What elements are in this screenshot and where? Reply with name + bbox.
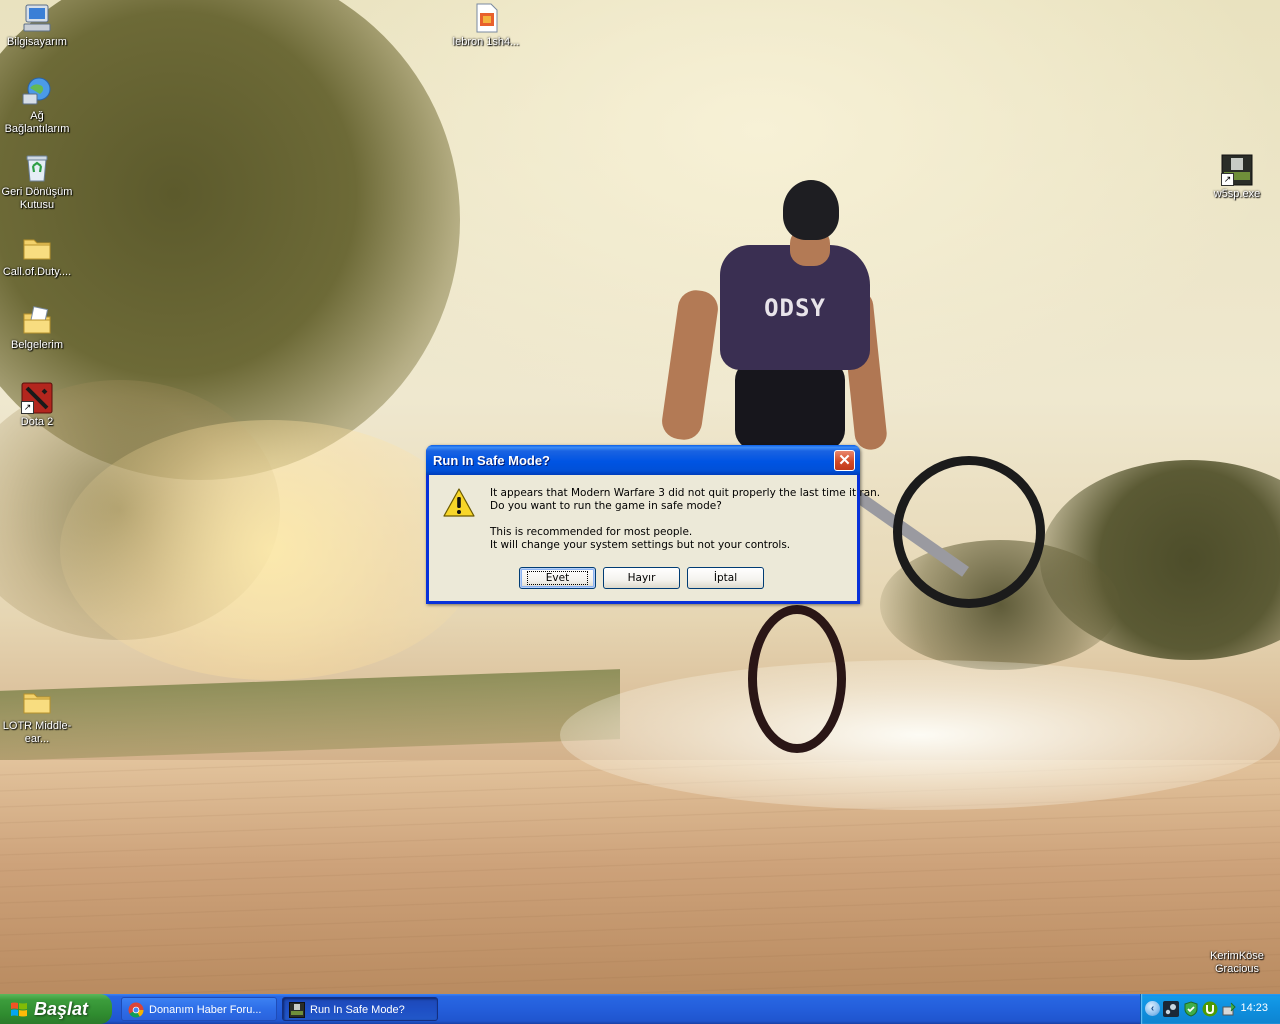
cancel-button-label: İptal (713, 572, 738, 584)
taskbar-item-safe-mode-dialog[interactable]: Run In Safe Mode? (282, 997, 438, 1021)
mw3-shortcut-icon: ↗ (1221, 154, 1253, 186)
yes-button-label: Evet (526, 571, 589, 585)
watermark-line2: Gracious (1214, 963, 1260, 975)
message-line: It will change your system settings but … (490, 539, 791, 551)
desktop-icon-label: Geri Dönüşüm Kutusu (1, 186, 73, 211)
desktop-icon-my-computer[interactable]: Bilgisayarım (0, 2, 74, 49)
close-button[interactable]: ✕ (834, 450, 855, 471)
dota2-shortcut-icon: ↗ (21, 382, 53, 414)
shirt-text: ODSY (764, 293, 826, 322)
desktop-icon-label: LOTR Middle-ear... (2, 720, 72, 745)
shortcut-arrow-icon: ↗ (1221, 173, 1234, 186)
chrome-icon (128, 1002, 144, 1018)
desktop-icon-dota2[interactable]: ↗ Dota 2 (0, 382, 74, 429)
wallpaper-rider-legs (735, 360, 845, 450)
wallpaper-rider-cap (783, 180, 839, 240)
taskbar-item-chrome[interactable]: Donanım Haber Foru... (121, 997, 277, 1021)
yes-button[interactable]: Evet (519, 567, 596, 589)
start-label: Başlat (34, 999, 89, 1019)
task-label: Run In Safe Mode? (310, 1004, 405, 1016)
task-label: Donanım Haber Foru... (149, 1004, 262, 1016)
wallpaper-lawn (0, 669, 620, 761)
wallpaper-rider-shirt: ODSY (720, 245, 870, 370)
show-hidden-icons-button[interactable]: ‹ (1145, 1001, 1160, 1016)
desktop-icon-label: w5sp.exe (1213, 188, 1261, 200)
recycle-bin-icon (21, 152, 53, 184)
desktop-icon-label: Dota 2 (20, 416, 54, 428)
cancel-button[interactable]: İptal (687, 567, 764, 589)
security-shield-icon[interactable] (1183, 1001, 1199, 1017)
dialog-titlebar[interactable]: Run In Safe Mode? ✕ (426, 445, 860, 475)
watermark-line1: KerimKöse (1210, 950, 1264, 962)
desktop-icon-recycle-bin[interactable]: Geri Dönüşüm Kutusu (0, 152, 74, 212)
safely-remove-hardware-icon[interactable] (1221, 1001, 1237, 1017)
wallpaper-bike-wheel (748, 605, 846, 753)
chevron-left-icon: ‹ (1150, 1003, 1155, 1014)
wallpaper-bike-wheel (893, 456, 1045, 608)
mw3-icon (289, 1002, 305, 1018)
desktop-icon-lebron-file[interactable]: lebron 1sh4... (449, 2, 523, 49)
desktop-icon-label: Ağ Bağlantılarım (4, 110, 70, 135)
dialog-title: Run In Safe Mode? (433, 453, 550, 468)
wallpaper-water-splash (560, 660, 1280, 810)
desktop-icon-my-documents[interactable]: Belgelerim (0, 305, 74, 352)
message-line: It appears that Modern Warfare 3 did not… (490, 487, 881, 499)
safe-mode-dialog: Run In Safe Mode? ✕ It appears that Mode… (426, 445, 880, 604)
message-line: This is recommended for most people. (490, 526, 693, 538)
dialog-body: It appears that Modern Warfare 3 did not… (429, 475, 880, 601)
utorrent-icon[interactable] (1202, 1001, 1218, 1017)
wallpaper-watermark: KerimKöse Gracious (1200, 950, 1274, 976)
start-button[interactable]: Başlat (0, 994, 112, 1024)
wallpaper-rider-arm (659, 287, 721, 443)
desktop-icon-call-of-duty-folder[interactable]: Call.of.Duty.... (0, 232, 74, 279)
my-documents-icon (21, 305, 53, 337)
desktop-icon-label: Belgelerim (11, 339, 63, 351)
my-computer-icon (21, 2, 53, 34)
windows-logo-icon (11, 1002, 27, 1017)
wallpaper-sun-glow (60, 420, 480, 680)
network-connections-icon (21, 76, 53, 108)
desktop-icon-w5sp-exe[interactable]: ↗ w5sp.exe (1200, 154, 1274, 201)
shortcut-arrow-icon: ↗ (21, 401, 34, 414)
message-line: Do you want to run the game in safe mode… (490, 500, 722, 512)
steam-icon[interactable] (1163, 1001, 1179, 1017)
clock[interactable]: 14:23 (1240, 1002, 1268, 1014)
image-file-icon (470, 2, 502, 34)
close-icon: ✕ (838, 452, 851, 469)
system-tray: ‹ 14:23 (1140, 994, 1280, 1024)
desktop-icon-network-connections[interactable]: Ağ Bağlantılarım (0, 76, 74, 136)
dialog-message: It appears that Modern Warfare 3 did not… (490, 487, 880, 552)
taskbar: Başlat Donanım Haber Foru... Run In Safe… (0, 994, 1280, 1024)
no-button[interactable]: Hayır (603, 567, 680, 589)
desktop-icon-label: Bilgisayarım (7, 36, 67, 48)
desktop-icon-lotr-folder[interactable]: LOTR Middle-ear... (0, 686, 74, 746)
desktop-icon-label: Call.of.Duty.... (2, 266, 72, 278)
no-button-label: Hayır (627, 572, 656, 584)
folder-icon (21, 232, 53, 264)
desktop-icon-label: lebron 1sh4... (452, 36, 520, 48)
warning-icon (443, 487, 475, 519)
folder-icon (21, 686, 53, 718)
